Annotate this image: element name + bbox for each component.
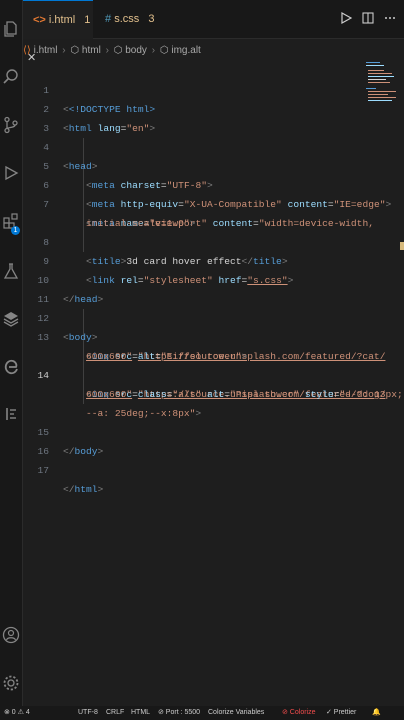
chevron-right-icon: › bbox=[62, 45, 66, 56]
code-line: 5 <meta charset="UTF-8"> bbox=[23, 138, 392, 191]
minimap-line bbox=[368, 70, 384, 71]
source-control-icon[interactable] bbox=[2, 116, 20, 134]
settings-gear-icon[interactable] bbox=[2, 674, 20, 692]
code-line: 6 <meta http-equiv="X-UA-Compatible" con… bbox=[23, 157, 392, 210]
tab-bar: <> i.html 1 ✕ # s.css 3 bbox=[23, 0, 404, 64]
explorer-icon[interactable] bbox=[2, 20, 20, 38]
code-line: 2 <html lang="en"> bbox=[23, 81, 392, 134]
problem-count: 1 bbox=[84, 14, 91, 26]
minimap-line bbox=[368, 100, 392, 101]
minimap-line bbox=[368, 97, 396, 98]
minimap-line bbox=[368, 82, 390, 83]
code-line: 600x600" class="alt" alt="Pisa tower" st… bbox=[86, 389, 403, 400]
minimap-line bbox=[368, 91, 396, 92]
encoding-indicator[interactable]: UTF-8 bbox=[78, 706, 98, 720]
minimap-line bbox=[368, 73, 392, 74]
colorize-status[interactable]: ⊘ Colorize bbox=[282, 706, 316, 720]
tab-label: s.css bbox=[114, 13, 140, 25]
chevron-right-icon: › bbox=[151, 45, 156, 56]
breadcrumb-item[interactable]: i.html bbox=[34, 45, 58, 56]
html-file-icon: <> bbox=[33, 14, 46, 26]
code-line: 7 <meta name="viewport" content="width=d… bbox=[23, 176, 392, 229]
code-line: 1 <<!DOCTYPE html> bbox=[23, 62, 392, 115]
element-icon: ⬡ bbox=[70, 45, 80, 56]
element-icon: ⬡ bbox=[113, 45, 123, 56]
code-line: initial-scale=1.0"> bbox=[86, 218, 196, 229]
tab-i-html[interactable]: <> i.html 1 ✕ bbox=[23, 0, 93, 64]
code-line: 12 <body> bbox=[23, 290, 392, 343]
html-file-icon: ⟨⟩ bbox=[23, 45, 31, 56]
code-line: 14 <img src="https://source.unsplash.com… bbox=[23, 347, 392, 400]
eol-indicator[interactable]: CRLF bbox=[106, 706, 124, 720]
editor-actions bbox=[340, 12, 396, 24]
notifications-bell-icon[interactable]: 🔔 bbox=[372, 706, 381, 720]
layers-icon[interactable] bbox=[2, 310, 20, 328]
breadcrumb-item[interactable]: body bbox=[125, 45, 147, 56]
problems-indicator[interactable]: ⊗ 0 ⚠ 4 bbox=[4, 706, 30, 720]
breadcrumb: ⟨⟩ i.html › ⬡ html › ⬡ body › ⬡ img.alt bbox=[23, 41, 201, 61]
minimap-line bbox=[368, 76, 394, 77]
edge-browser-icon[interactable] bbox=[2, 358, 20, 376]
live-server-port[interactable]: ⊘ Port : 5500 bbox=[158, 706, 200, 720]
code-line: 13 <img src="https://source.unsplash.com… bbox=[23, 309, 392, 362]
code-line: 8 <title>3d card hover effect</title> bbox=[23, 214, 392, 267]
chevron-right-icon: › bbox=[105, 45, 109, 56]
colorize-variables[interactable]: Colorize Variables bbox=[208, 706, 264, 720]
code-editor[interactable]: 1 <<!DOCTYPE html> 2 <html lang="en"> 3 … bbox=[23, 62, 403, 706]
element-icon: ⬡ bbox=[159, 45, 169, 56]
code-line: 4 <head> bbox=[23, 119, 392, 172]
tab-label: i.html bbox=[48, 14, 76, 26]
scrollbar-marker[interactable] bbox=[400, 242, 404, 250]
minimap-line bbox=[366, 65, 384, 66]
testing-flask-icon[interactable] bbox=[2, 262, 20, 280]
minimap-line bbox=[366, 62, 380, 63]
prettier-status[interactable]: ✓ Prettier bbox=[326, 706, 356, 720]
activity-bar: 1 bbox=[0, 0, 23, 720]
code-line: 600x600" alt="Eiffel tower"> bbox=[86, 351, 248, 362]
tab-s-css[interactable]: # s.css 3 bbox=[95, 0, 181, 38]
problem-count: 3 bbox=[148, 13, 155, 25]
breadcrumb-item[interactable]: html bbox=[82, 45, 101, 56]
code-line: --a: 25deg;--x:8px"> bbox=[86, 408, 202, 419]
extensions-badge: 1 bbox=[11, 226, 20, 235]
minimap[interactable] bbox=[366, 62, 396, 106]
code-line: 9 <link rel="stylesheet" href="s.css"> bbox=[23, 233, 392, 286]
css-file-icon: # bbox=[105, 13, 112, 25]
code-line: 16 bbox=[23, 423, 392, 457]
search-icon[interactable] bbox=[2, 68, 20, 86]
more-actions-icon[interactable] bbox=[384, 12, 396, 24]
run-debug-icon[interactable] bbox=[2, 164, 20, 182]
run-icon[interactable] bbox=[340, 12, 352, 24]
status-bar: ⊗ 0 ⚠ 4 UTF-8 CRLF HTML ⊘ Port : 5500 Co… bbox=[0, 706, 404, 720]
minimap-line bbox=[368, 79, 386, 80]
code-line: 17 </html> bbox=[23, 442, 392, 495]
line-number: 17 bbox=[37, 465, 49, 476]
code-line: 11 bbox=[23, 271, 392, 305]
outline-list-icon[interactable] bbox=[2, 405, 20, 423]
breadcrumb-item[interactable]: img.alt bbox=[171, 45, 200, 56]
code-line: 3 bbox=[23, 100, 392, 134]
minimap-line bbox=[368, 94, 388, 95]
code-line: 10 </head> bbox=[23, 252, 392, 305]
language-mode[interactable]: HTML bbox=[131, 706, 150, 720]
split-editor-icon[interactable] bbox=[362, 12, 374, 24]
code-line: 15 </body> bbox=[23, 404, 392, 457]
account-icon[interactable] bbox=[2, 626, 20, 644]
minimap-line bbox=[366, 88, 376, 89]
